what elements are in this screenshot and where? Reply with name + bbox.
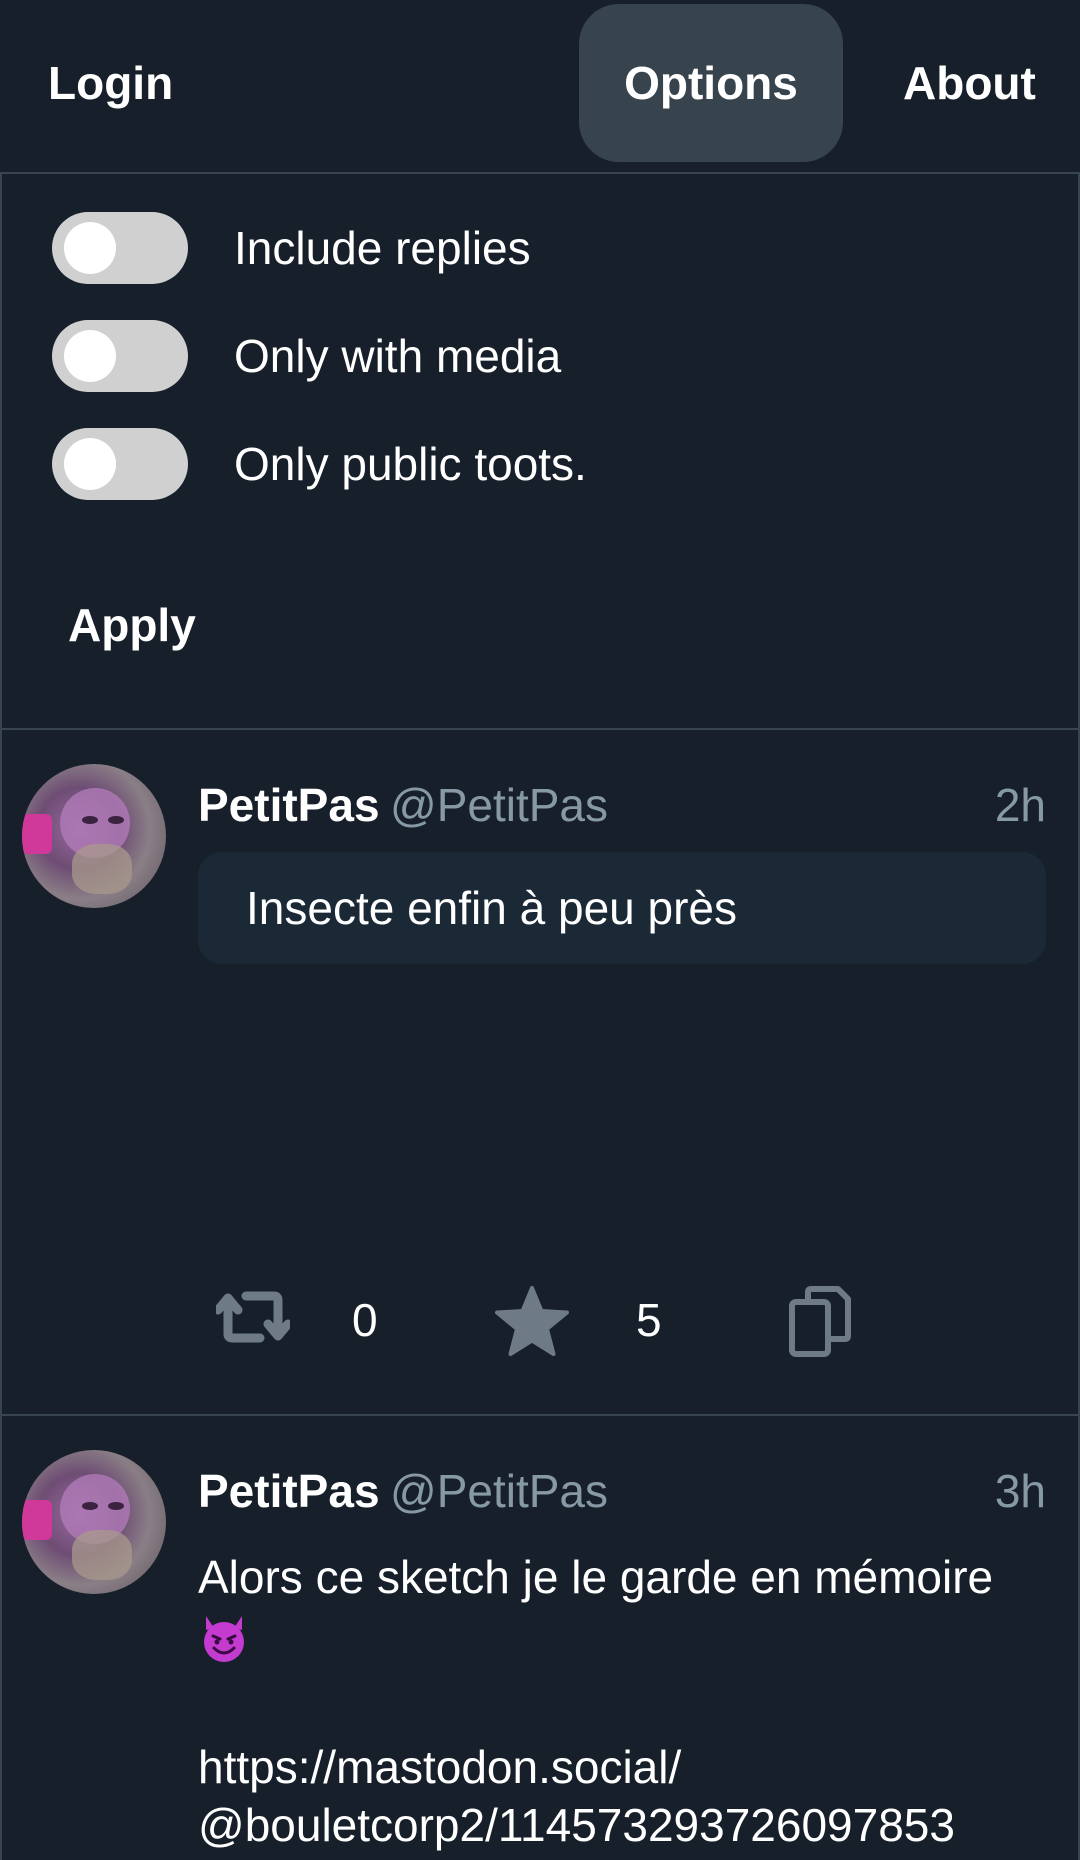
user-handle[interactable]: @PetitPas xyxy=(390,770,608,840)
top-nav: Login Options About xyxy=(0,0,1080,174)
only-public-toots-label: Only public toots. xyxy=(234,438,587,490)
link-line: https://mastodon.social/ xyxy=(198,1741,682,1793)
toggle-knob xyxy=(64,438,116,490)
option-include-replies: Include replies xyxy=(52,212,952,284)
about-link[interactable]: About xyxy=(903,0,1036,166)
display-name[interactable]: PetitPas xyxy=(198,1456,380,1526)
only-public-toots-toggle[interactable] xyxy=(52,428,188,500)
star-icon[interactable] xyxy=(494,1286,570,1358)
include-replies-label: Include replies xyxy=(234,222,531,274)
post-content[interactable]: Insecte enfin à peu près xyxy=(198,852,1046,964)
post: PetitPas @PetitPas 3h Alors ce sketch je… xyxy=(0,1416,1080,1860)
post-text-line: Alors ce sketch je le garde en mémoire xyxy=(198,1551,994,1603)
avatar[interactable] xyxy=(22,764,166,908)
include-replies-toggle[interactable] xyxy=(52,212,188,284)
post-time: 2h xyxy=(994,779,1046,831)
post-time: 3h xyxy=(994,1465,1046,1517)
smiling-devil-emoji-icon xyxy=(204,1616,244,1662)
boost-count: 0 xyxy=(352,1294,378,1346)
post: PetitPas @PetitPas 2h Insecte enfin à pe… xyxy=(0,730,1080,1416)
only-with-media-label: Only with media xyxy=(234,330,562,382)
display-name[interactable]: PetitPas xyxy=(198,770,380,840)
options-panel: Include replies Only with media Only pub… xyxy=(0,174,1080,730)
avatar[interactable] xyxy=(22,1450,166,1594)
post-text: Alors ce sketch je le garde en mémoire xyxy=(198,1548,1058,1664)
link-line: @bouletcorp2/114573293726097853 xyxy=(198,1799,955,1851)
login-link[interactable]: Login xyxy=(48,0,173,166)
option-only-with-media: Only with media xyxy=(52,320,952,392)
only-with-media-toggle[interactable] xyxy=(52,320,188,392)
copy-icon[interactable] xyxy=(788,1286,852,1358)
boost-icon[interactable] xyxy=(216,1286,290,1348)
user-handle[interactable]: @PetitPas xyxy=(390,1456,608,1526)
option-only-public-toots: Only public toots. xyxy=(52,428,952,500)
options-tab[interactable]: Options xyxy=(579,4,843,162)
apply-button[interactable]: Apply xyxy=(68,590,196,660)
toggle-knob xyxy=(64,330,116,382)
post-actions: 0 5 xyxy=(198,1280,898,1360)
post-text: Insecte enfin à peu près xyxy=(246,882,737,934)
fav-count: 5 xyxy=(636,1294,662,1346)
post-link[interactable]: https://mastodon.social/ @bouletcorp2/11… xyxy=(198,1738,1078,1854)
toggle-knob xyxy=(64,222,116,274)
